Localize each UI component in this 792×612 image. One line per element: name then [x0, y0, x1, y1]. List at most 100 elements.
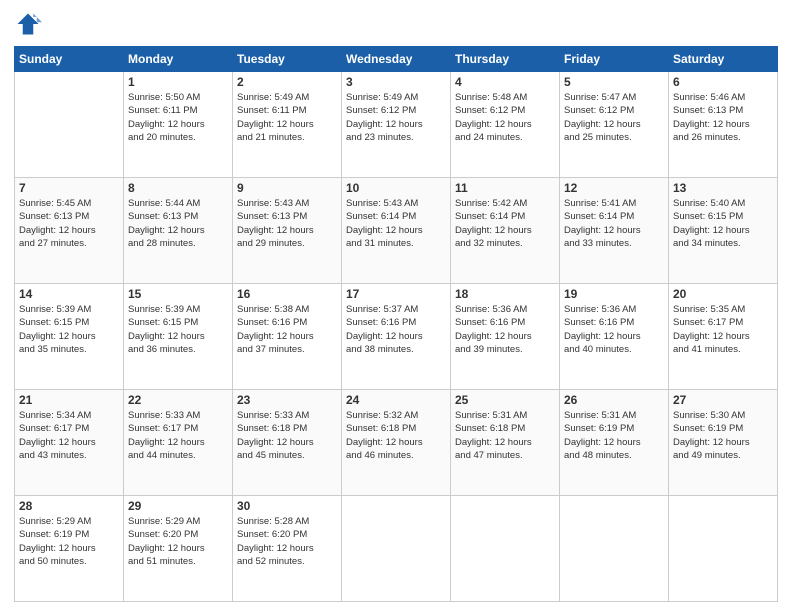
sunrise-text: Sunrise: 5:39 AM [19, 304, 91, 315]
sunrise-text: Sunrise: 5:42 AM [455, 198, 527, 209]
sunrise-text: Sunrise: 5:36 AM [564, 304, 636, 315]
daylight-text-1: Daylight: 12 hours [19, 543, 96, 554]
daylight-text-1: Daylight: 12 hours [128, 225, 205, 236]
logo [14, 10, 46, 38]
sunrise-text: Sunrise: 5:33 AM [128, 410, 200, 421]
daylight-text-1: Daylight: 12 hours [673, 225, 750, 236]
col-header-friday: Friday [560, 47, 669, 72]
day-info: Sunrise: 5:30 AMSunset: 6:19 PMDaylight:… [673, 409, 773, 462]
daylight-text-1: Daylight: 12 hours [19, 331, 96, 342]
day-info: Sunrise: 5:49 AMSunset: 6:11 PMDaylight:… [237, 91, 337, 144]
calendar-cell: 20Sunrise: 5:35 AMSunset: 6:17 PMDayligh… [669, 284, 778, 390]
daylight-text-2: and 31 minutes. [346, 238, 414, 249]
sunrise-text: Sunrise: 5:29 AM [128, 516, 200, 527]
header [14, 10, 778, 38]
day-info: Sunrise: 5:46 AMSunset: 6:13 PMDaylight:… [673, 91, 773, 144]
daylight-text-2: and 27 minutes. [19, 238, 87, 249]
daylight-text-2: and 23 minutes. [346, 132, 414, 143]
sunset-text: Sunset: 6:11 PM [128, 105, 198, 116]
sunset-text: Sunset: 6:15 PM [19, 317, 89, 328]
day-info: Sunrise: 5:43 AMSunset: 6:14 PMDaylight:… [346, 197, 446, 250]
day-info: Sunrise: 5:36 AM Sunset: 6:16 PM Daylight:… [455, 303, 555, 356]
day-number: 2 [237, 75, 337, 89]
sunrise-text: Sunrise: 5:33 AM [237, 410, 309, 421]
day-number: 22 [128, 393, 228, 407]
daylight-text-1: Daylight: 12 hours [346, 331, 423, 342]
daylight-text-2: and 29 minutes. [237, 238, 305, 249]
calendar-week-row: 7Sunrise: 5:45 AMSunset: 6:13 PMDaylight… [15, 178, 778, 284]
day-number: 21 [19, 393, 119, 407]
col-header-tuesday: Tuesday [233, 47, 342, 72]
col-header-saturday: Saturday [669, 47, 778, 72]
calendar-week-row: 28Sunrise: 5:29 AMSunset: 6:19 PMDayligh… [15, 496, 778, 602]
day-info: Sunrise: 5:39 AMSunset: 6:15 PMDaylight:… [128, 303, 228, 356]
sunset-text: Sunset: 6:15 PM [128, 317, 198, 328]
day-number: 30 [237, 499, 337, 513]
day-number: 29 [128, 499, 228, 513]
col-header-monday: Monday [124, 47, 233, 72]
sunset-text: Sunset: 6:19 PM [19, 529, 89, 540]
daylight-text-2: and 37 minutes. [237, 344, 305, 355]
day-info: Sunrise: 5:32 AMSunset: 6:18 PMDaylight:… [346, 409, 446, 462]
daylight-text-1: Daylight: 12 hours [673, 119, 750, 130]
page: SundayMondayTuesdayWednesdayThursdayFrid… [0, 0, 792, 612]
calendar-cell: 14 Sunrise: 5:39 AM Sunset: 6:15 PM Dayligh… [15, 284, 124, 390]
sunset-text: Sunset: 6:16 PM [455, 317, 525, 328]
sunset-text: Sunset: 6:12 PM [564, 105, 634, 116]
daylight-text-2: and 36 minutes. [128, 344, 196, 355]
sunset-text: Sunset: 6:16 PM [564, 317, 634, 328]
sunset-text: Sunset: 6:18 PM [455, 423, 525, 434]
day-info: Sunrise: 5:34 AMSunset: 6:17 PMDaylight:… [19, 409, 119, 462]
daylight-text-2: and 44 minutes. [128, 450, 196, 461]
day-info: Sunrise: 5:29 AMSunset: 6:20 PMDaylight:… [128, 515, 228, 568]
sunset-text: Sunset: 6:13 PM [128, 211, 198, 222]
daylight-text-1: Daylight: 12 hours [455, 119, 532, 130]
daylight-text-1: Daylight: 12 hours [673, 437, 750, 448]
daylight-text-2: and 39 minutes. [455, 344, 523, 355]
sunrise-text: Sunrise: 5:35 AM [673, 304, 745, 315]
daylight-text-1: Daylight: 12 hours [455, 331, 532, 342]
day-number: 4 [455, 75, 555, 89]
day-number: 14 [19, 287, 119, 301]
sunrise-text: Sunrise: 5:32 AM [346, 410, 418, 421]
daylight-text-2: and 40 minutes. [564, 344, 632, 355]
day-number: 5 [564, 75, 664, 89]
daylight-text-2: and 51 minutes. [128, 556, 196, 567]
day-info: Sunrise: 5:29 AMSunset: 6:19 PMDaylight:… [19, 515, 119, 568]
day-info: Sunrise: 5:43 AMSunset: 6:13 PMDaylight:… [237, 197, 337, 250]
daylight-text-1: Daylight: 12 hours [237, 119, 314, 130]
day-number: 19 [564, 287, 664, 301]
day-number: 16 [237, 287, 337, 301]
daylight-text-1: Daylight: 12 hours [237, 543, 314, 554]
calendar-cell: 9Sunrise: 5:43 AMSunset: 6:13 PMDaylight… [233, 178, 342, 284]
sunrise-text: Sunrise: 5:49 AM [237, 92, 309, 103]
sunrise-text: Sunrise: 5:30 AM [673, 410, 745, 421]
calendar-cell: 26Sunrise: 5:31 AMSunset: 6:19 PMDayligh… [560, 390, 669, 496]
day-number: 13 [673, 181, 773, 195]
daylight-text-1: Daylight: 12 hours [564, 437, 641, 448]
sunset-text: Sunset: 6:17 PM [673, 317, 743, 328]
sunrise-text: Sunrise: 5:43 AM [346, 198, 418, 209]
daylight-text-2: and 24 minutes. [455, 132, 523, 143]
daylight-text-2: and 35 minutes. [19, 344, 87, 355]
calendar-cell: 13Sunrise: 5:40 AMSunset: 6:15 PMDayligh… [669, 178, 778, 284]
daylight-text-1: Daylight: 12 hours [346, 437, 423, 448]
sunrise-text: Sunrise: 5:36 AM [455, 304, 527, 315]
sunrise-text: Sunrise: 5:45 AM [19, 198, 91, 209]
daylight-text-2: and 38 minutes. [346, 344, 414, 355]
calendar-cell: 7Sunrise: 5:45 AMSunset: 6:13 PMDaylight… [15, 178, 124, 284]
sunrise-text: Sunrise: 5:39 AM [128, 304, 200, 315]
day-number: 8 [128, 181, 228, 195]
daylight-text-1: Daylight: 12 hours [128, 119, 205, 130]
day-number: 25 [455, 393, 555, 407]
day-number: 20 [673, 287, 773, 301]
calendar-cell: 22Sunrise: 5:33 AMSunset: 6:17 PMDayligh… [124, 390, 233, 496]
sunset-text: Sunset: 6:12 PM [346, 105, 416, 116]
daylight-text-2: and 25 minutes. [564, 132, 632, 143]
calendar-cell: 8Sunrise: 5:44 AMSunset: 6:13 PMDaylight… [124, 178, 233, 284]
calendar-cell: 30Sunrise: 5:28 AMSunset: 6:20 PMDayligh… [233, 496, 342, 602]
daylight-text-2: and 52 minutes. [237, 556, 305, 567]
day-info: Sunrise: 5:36 AMSunset: 6:16 PMDaylight:… [564, 303, 664, 356]
sunset-text: Sunset: 6:13 PM [237, 211, 307, 222]
daylight-text-1: Daylight: 12 hours [237, 225, 314, 236]
